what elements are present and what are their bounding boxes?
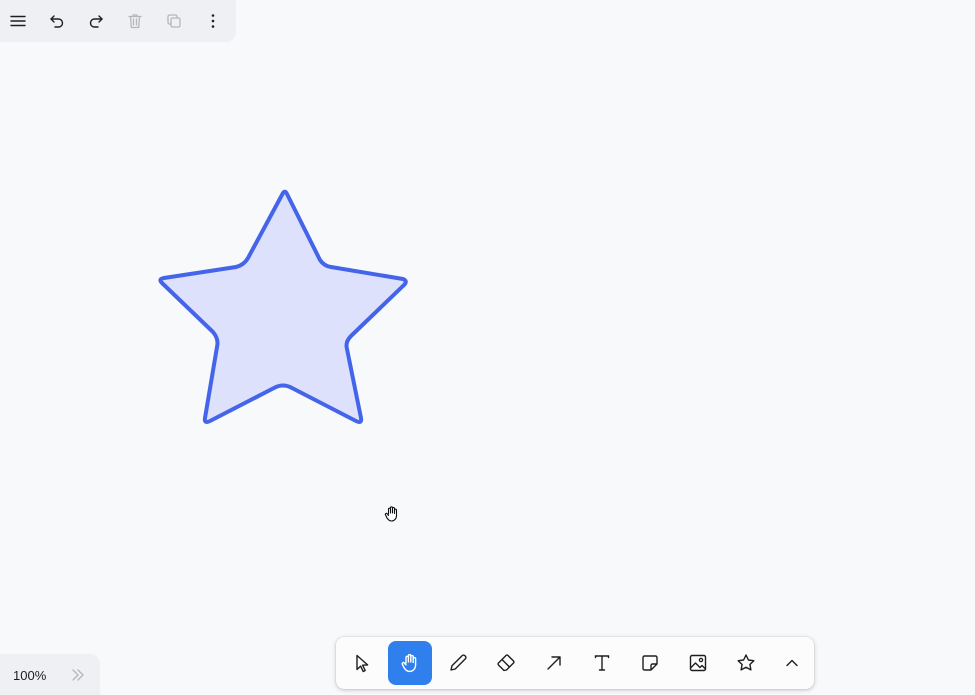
tool-media[interactable] <box>676 641 720 685</box>
pointer-icon <box>356 654 369 673</box>
star-icon <box>737 654 755 671</box>
main-menu-button[interactable] <box>1 4 35 38</box>
star-shape[interactable] <box>150 182 416 432</box>
hand-icon <box>401 653 417 673</box>
tool-arrow[interactable] <box>532 641 576 685</box>
redo-icon <box>89 15 103 28</box>
delete-button[interactable] <box>118 4 152 38</box>
hamburger-menu-icon <box>10 15 26 27</box>
tool-eraser[interactable] <box>484 641 528 685</box>
expand-navigation-button[interactable] <box>68 666 88 684</box>
top-action-bar <box>0 0 236 42</box>
trash-icon <box>128 14 142 29</box>
sticky-note-icon <box>642 655 658 671</box>
tool-hand[interactable] <box>388 641 432 685</box>
arrow-icon <box>547 656 561 670</box>
drawing-canvas[interactable]: 100% <box>0 0 975 695</box>
double-chevron-right-icon <box>72 669 84 681</box>
main-toolbar <box>336 637 814 689</box>
duplicate-icon <box>167 14 181 28</box>
tool-note[interactable] <box>628 641 672 685</box>
chevron-up-icon <box>786 659 798 667</box>
zoom-panel: 100% <box>0 654 100 695</box>
image-icon <box>689 654 707 672</box>
tool-draw[interactable] <box>436 641 480 685</box>
hand-cursor-icon <box>384 506 398 522</box>
more-options-button[interactable] <box>196 4 230 38</box>
undo-icon <box>50 15 64 28</box>
tool-text[interactable] <box>580 641 624 685</box>
zoom-level[interactable]: 100% <box>13 668 46 683</box>
duplicate-button[interactable] <box>157 4 191 38</box>
tool-select[interactable] <box>340 641 384 685</box>
tool-shape[interactable] <box>724 641 768 685</box>
more-vertical-icon <box>211 14 215 28</box>
undo-button[interactable] <box>40 4 74 38</box>
pencil-icon <box>450 654 467 671</box>
redo-button[interactable] <box>79 4 113 38</box>
text-icon <box>594 655 610 671</box>
more-tools-button[interactable] <box>770 641 814 685</box>
eraser-icon <box>497 654 515 672</box>
